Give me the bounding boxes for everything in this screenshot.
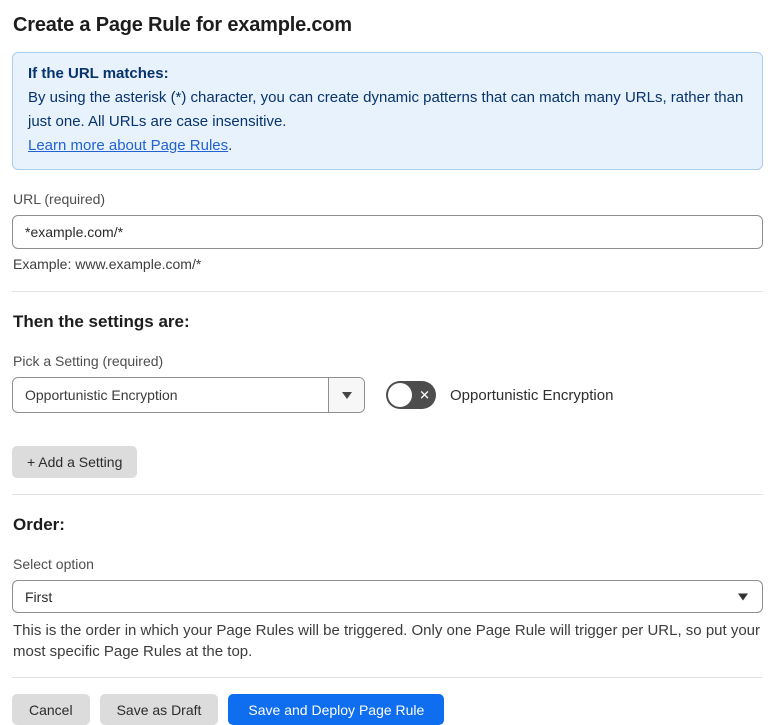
page-rule-form: Create a Page Rule for example.com If th… bbox=[0, 0, 775, 725]
toggle-label: Opportunistic Encryption bbox=[450, 386, 614, 404]
learn-more-link[interactable]: Learn more about Page Rules bbox=[28, 137, 228, 154]
save-draft-button[interactable]: Save as Draft bbox=[99, 694, 219, 725]
settings-section-heading: Then the settings are: bbox=[13, 312, 190, 331]
pick-setting-label: Pick a Setting (required) bbox=[13, 353, 164, 369]
banner-link-line: Learn more about Page Rules. bbox=[28, 134, 747, 158]
setting-picker-row: Opportunistic Encryption ✕ Opportunistic… bbox=[12, 377, 763, 413]
url-example-hint: Example: www.example.com/* bbox=[13, 256, 202, 272]
page-title: Create a Page Rule for example.com bbox=[13, 14, 352, 36]
order-description: This is the order in which your Page Rul… bbox=[13, 622, 761, 660]
order-select-label: Select option bbox=[13, 556, 94, 572]
url-input[interactable] bbox=[12, 215, 763, 249]
opportunistic-encryption-toggle[interactable]: ✕ bbox=[386, 381, 436, 409]
toggle-off-x-icon: ✕ bbox=[419, 387, 430, 403]
url-field-label: URL (required) bbox=[13, 191, 106, 207]
banner-body: By using the asterisk (*) character, you… bbox=[28, 89, 744, 130]
banner-link-suffix: . bbox=[228, 137, 233, 154]
dropdown-arrow-button[interactable] bbox=[328, 378, 364, 412]
chevron-down-icon bbox=[738, 593, 748, 600]
chevron-down-icon bbox=[341, 391, 352, 399]
setting-dropdown[interactable]: Opportunistic Encryption bbox=[12, 377, 365, 413]
order-section-heading: Order: bbox=[13, 515, 65, 534]
order-select-value: First bbox=[25, 588, 53, 605]
cancel-button[interactable]: Cancel bbox=[12, 694, 90, 725]
divider bbox=[12, 291, 763, 292]
setting-dropdown-value: Opportunistic Encryption bbox=[25, 387, 178, 403]
toggle-knob bbox=[388, 383, 412, 407]
footer-actions: Cancel Save as Draft Save and Deploy Pag… bbox=[12, 694, 763, 725]
add-setting-button[interactable]: + Add a Setting bbox=[12, 446, 138, 478]
divider bbox=[12, 677, 763, 678]
order-select[interactable]: First bbox=[12, 580, 763, 613]
divider bbox=[12, 494, 763, 495]
save-deploy-button[interactable]: Save and Deploy Page Rule bbox=[228, 694, 445, 725]
banner-heading: If the URL matches: bbox=[28, 65, 169, 82]
url-match-info-banner: If the URL matches: By using the asteris… bbox=[12, 52, 763, 170]
